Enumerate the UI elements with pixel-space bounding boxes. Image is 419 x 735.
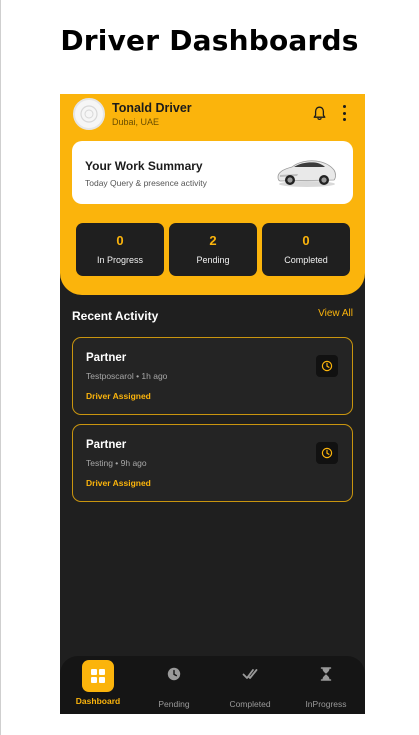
activity-title: Partner	[86, 352, 127, 364]
bottom-navigation: Dashboard Pending Completed InProgress	[60, 656, 365, 714]
nav-pending[interactable]: Pending	[136, 656, 212, 714]
stat-in-progress[interactable]: 0 In Progress	[76, 223, 164, 276]
activity-status: Driver Assigned	[86, 478, 151, 488]
work-summary-card[interactable]: Your Work Summary Today Query & presence…	[72, 141, 353, 204]
hourglass-icon	[316, 664, 336, 684]
recent-activity-title: Recent Activity	[72, 309, 159, 323]
phone-screen: Tonald Driver Dubai, UAE Your Work Summa…	[60, 94, 365, 714]
user-location: Dubai, UAE	[112, 117, 160, 127]
avatar[interactable]	[73, 98, 105, 130]
stat-value: 2	[209, 233, 217, 248]
car-illustration	[277, 160, 336, 187]
bell-icon[interactable]	[312, 105, 326, 121]
stat-label: Pending	[196, 255, 230, 265]
more-options-icon[interactable]	[339, 105, 349, 121]
clock-icon[interactable]	[316, 355, 338, 377]
stat-completed[interactable]: 0 Completed	[262, 223, 350, 276]
grid-icon	[82, 660, 114, 692]
page-title: Driver Dashboards	[60, 24, 359, 57]
clock-icon[interactable]	[316, 442, 338, 464]
nav-label: Dashboard	[75, 696, 121, 706]
clock-icon	[164, 664, 184, 684]
activity-status: Driver Assigned	[86, 391, 151, 401]
nav-inprogress[interactable]: InProgress	[288, 656, 364, 714]
activity-card[interactable]: Partner Testing • 9h ago Driver Assigned	[72, 424, 353, 502]
stat-label: In Progress	[96, 255, 144, 265]
nav-label: InProgress	[305, 699, 347, 709]
activity-title: Partner	[86, 439, 127, 451]
avatar-placeholder-icon	[80, 105, 98, 123]
nav-dashboard[interactable]: Dashboard	[60, 656, 136, 714]
stat-label: Completed	[284, 255, 328, 265]
nav-label: Pending	[158, 699, 190, 709]
nav-completed[interactable]: Completed	[212, 656, 288, 714]
nav-label: Completed	[229, 699, 271, 709]
left-edge-line	[0, 0, 1, 735]
check-double-icon	[240, 664, 260, 684]
activity-card[interactable]: Partner Testposcarol • 1h ago Driver Ass…	[72, 337, 353, 415]
view-all-link[interactable]: View All	[318, 308, 353, 319]
stat-value: 0	[302, 233, 310, 248]
user-name: Tonald Driver	[112, 101, 192, 115]
stat-pending[interactable]: 2 Pending	[169, 223, 257, 276]
stat-value: 0	[116, 233, 124, 248]
summary-subtitle: Today Query & presence activity	[85, 178, 207, 188]
summary-title: Your Work Summary	[85, 159, 203, 173]
header-panel: Tonald Driver Dubai, UAE Your Work Summa…	[60, 94, 365, 295]
activity-meta: Testposcarol • 1h ago	[86, 371, 168, 381]
activity-meta: Testing • 9h ago	[86, 458, 147, 468]
